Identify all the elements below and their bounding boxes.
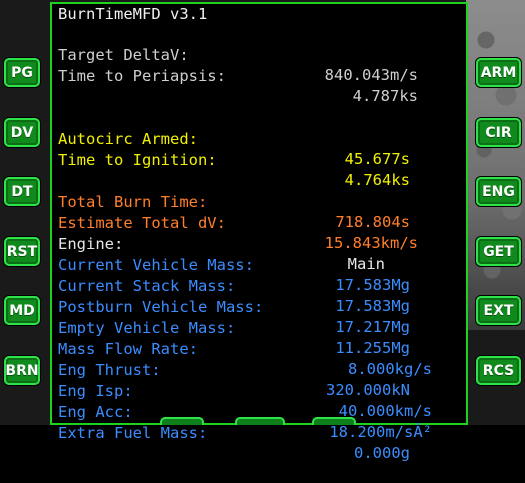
row-label: Extra Fuel Mass: [58,424,208,442]
estimate-total-dv-row: Estimate Total dV: 15.843km/s [58,193,460,252]
mfd-title: BurnTimeMFD v3.1 [58,5,208,23]
target-deltav-row: Target DeltaV: 840.043m/s [58,25,460,84]
postburn-vehicle-mass-row: Postburn Vehicle Mass: 17.217Mg [58,277,460,336]
row-value: 4.787ks [352,87,418,105]
row-value: 0.000g [354,444,410,462]
md-button[interactable]: MD [4,296,40,325]
eng-acc-row: Eng Acc: 18.200m/sÂ² [58,382,460,441]
dv-button[interactable]: DV [4,118,40,147]
row-label: Time to Periapsis: [58,67,226,85]
mass-flow-rate-row: Mass Flow Rate: 8.000kg/s [58,319,460,378]
dt-button[interactable]: DT [4,177,40,206]
bottom-button-partial-center[interactable] [235,417,285,425]
eng-thrust-row: Eng Thrust: 320.000kN [58,340,460,399]
engine-row: Engine: Main [58,214,460,273]
empty-vehicle-mass-row: Empty Vehicle Mass: 11.255Mg [58,298,460,357]
time-to-periapsis-row: Time to Periapsis: 4.787ks [58,46,460,105]
row-value: 45.677s [344,150,410,168]
total-burn-time-row: Total Burn Time: 718.804s [58,172,460,231]
row-value: 840.043m/s [324,66,418,84]
eng-button[interactable]: ENG [476,177,521,206]
brn-button[interactable]: BRN [4,356,40,385]
get-button[interactable]: GET [476,237,521,266]
row-label: Time to Ignition: [58,151,217,169]
autocirc-armed-row: Autocirc Armed: 45.677s [58,109,460,168]
rst-button[interactable]: RST [4,237,40,266]
current-vehicle-mass-row: Current Vehicle Mass: 17.583Mg [58,235,460,294]
current-stack-mass-row: Current Stack Mass: 17.583Mg [58,256,460,315]
planet-surface-view [466,0,525,330]
pg-button[interactable]: PG [4,58,40,87]
mfd-screen: BurnTimeMFD v3.1 Target DeltaV: 840.043m… [50,2,468,462]
eng-isp-row: Eng Isp: 40.000km/s [58,361,460,420]
cir-button[interactable]: CIR [476,118,521,147]
time-to-ignition-row: Time to Ignition: 4.764ks [58,130,460,189]
rcs-button[interactable]: RCS [476,356,521,385]
ext-button[interactable]: EXT [476,296,521,325]
row-value: 18.200m/sÂ² [329,423,432,441]
bottom-button-partial-right[interactable] [312,417,356,425]
arm-button[interactable]: ARM [476,58,521,87]
bottom-button-partial-left[interactable] [160,417,204,425]
